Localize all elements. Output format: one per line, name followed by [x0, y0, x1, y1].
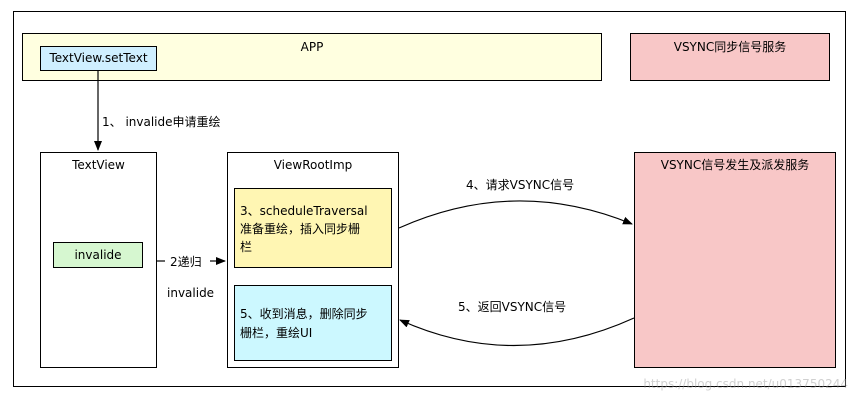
textview-title: TextView	[72, 158, 125, 172]
step1-label: 1、 invalide申请重绘	[102, 115, 221, 129]
invalide-label: invalide	[74, 248, 122, 262]
watermark: https://blog.csdn.net/u013750244	[643, 377, 848, 391]
step2-sublabel: invalide	[167, 286, 215, 300]
settext-method-label: TextView.setText	[49, 51, 148, 65]
receive-message-line1: 5、收到消息，删除同步	[240, 307, 368, 321]
step2-label: 2递归	[170, 255, 202, 269]
viewrootimp-title: ViewRootImp	[273, 158, 353, 172]
schedule-traversal-line1: 3、scheduleTraversal	[240, 204, 368, 218]
vsync-dispatch-service-title: VSYNC信号发生及派发服务	[660, 158, 810, 172]
vsync-dispatch-service-box	[634, 152, 836, 368]
step4-label: 4、请求VSYNC信号	[466, 178, 575, 192]
receive-message-box	[234, 285, 392, 361]
vsync-sync-service-label: VSYNC同步信号服务	[673, 40, 787, 54]
step5-label: 5、返回VSYNC信号	[458, 300, 567, 314]
schedule-traversal-line3: 栏	[240, 240, 253, 254]
receive-message-line2: 栅栏，重绘UI	[240, 326, 313, 340]
schedule-traversal-line2: 准备重绘，插入同步栅	[240, 222, 361, 236]
